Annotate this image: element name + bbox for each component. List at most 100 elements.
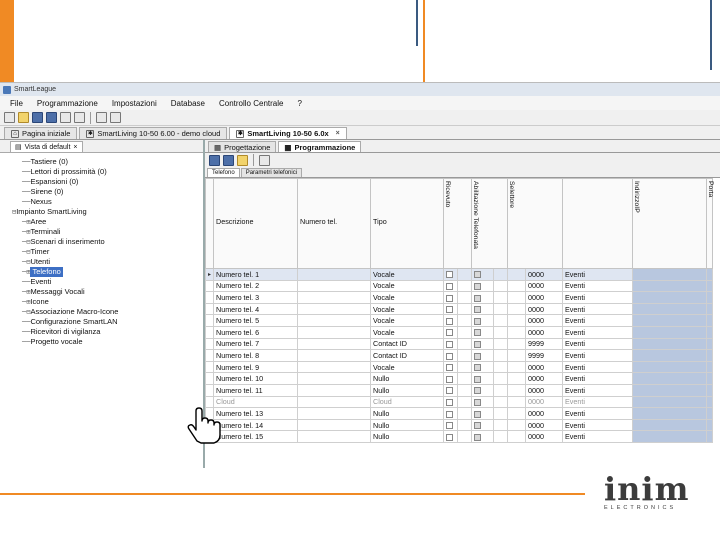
- cell-empty[interactable]: [493, 314, 508, 327]
- cell-porta[interactable]: [706, 279, 713, 293]
- cell-indirizzo-ip[interactable]: [632, 349, 707, 362]
- tree-item[interactable]: ── Espansioni (0): [0, 177, 203, 187]
- collapse-icon[interactable]: ──: [22, 157, 30, 167]
- cell-empty[interactable]: [507, 418, 526, 432]
- cell-eventi[interactable]: Eventi: [562, 407, 633, 420]
- cell-tipo[interactable]: Vocale: [370, 291, 444, 304]
- ricevuto-checkbox[interactable]: [443, 383, 458, 397]
- menu-controllo-centrale[interactable]: Controllo Centrale: [219, 99, 283, 108]
- cell-eventi[interactable]: Eventi: [562, 430, 633, 443]
- cell-tipo[interactable]: Nullo: [370, 407, 444, 420]
- cell-tipo[interactable]: Vocale: [370, 314, 444, 327]
- row-selector[interactable]: [205, 279, 214, 293]
- collapse-icon[interactable]: ─⊟: [22, 237, 30, 247]
- tab-pagina-iniziale[interactable]: ⌂ Pagina iniziale: [4, 127, 78, 139]
- save-all-icon[interactable]: [223, 154, 234, 166]
- cell-porta[interactable]: [706, 430, 713, 443]
- tree-item[interactable]: ─⊟ Scenari di inserimento: [0, 237, 203, 247]
- checkbox[interactable]: [446, 317, 453, 325]
- cell-porta[interactable]: [706, 383, 713, 397]
- column-header-numero-tel[interactable]: Numero tel.: [297, 178, 371, 269]
- checkbox[interactable]: [474, 364, 481, 372]
- cell-numero-tel[interactable]: [297, 360, 371, 374]
- device-icon[interactable]: [110, 112, 121, 123]
- abilitazione-checkbox[interactable]: [471, 372, 494, 385]
- cell-tipo[interactable]: Vocale: [370, 302, 444, 316]
- row-selector[interactable]: [205, 314, 214, 327]
- cell-empty[interactable]: [457, 291, 472, 304]
- cell-numero-tel[interactable]: [297, 395, 371, 409]
- cell-empty[interactable]: [507, 337, 526, 351]
- checkbox[interactable]: [474, 422, 481, 430]
- cell-porta[interactable]: [706, 314, 713, 327]
- collapse-icon[interactable]: ──: [22, 167, 30, 177]
- cell-porta[interactable]: [706, 372, 713, 385]
- ricevuto-checkbox[interactable]: [443, 349, 458, 362]
- cell-selettore[interactable]: 9999: [525, 349, 563, 362]
- expand-icon[interactable]: ─⊞: [22, 267, 30, 277]
- cell-numero-tel[interactable]: [297, 325, 371, 339]
- cell-numero-tel[interactable]: [297, 372, 371, 385]
- cell-indirizzo-ip[interactable]: [632, 360, 707, 374]
- tree-item[interactable]: ── Eventi: [0, 277, 203, 287]
- cell-empty[interactable]: [493, 268, 508, 281]
- checkbox[interactable]: [446, 294, 453, 302]
- cell-empty[interactable]: [493, 360, 508, 374]
- cell-selettore[interactable]: 9999: [525, 337, 563, 351]
- abilitazione-checkbox[interactable]: [471, 314, 494, 327]
- cell-eventi[interactable]: Eventi: [562, 383, 633, 397]
- cell-selettore[interactable]: 0000: [525, 383, 563, 397]
- cell-descrizione[interactable]: Numero tel. 5: [213, 314, 298, 327]
- cell-numero-tel[interactable]: [297, 302, 371, 316]
- cell-empty[interactable]: [493, 325, 508, 339]
- cell-numero-tel[interactable]: [297, 418, 371, 432]
- tree-item[interactable]: ─⊞ Terminali: [0, 227, 203, 237]
- tree-item[interactable]: ── Tastiere (0): [0, 157, 203, 167]
- table-row[interactable]: Numero tel. 6 Vocale 0000 Eventi: [205, 325, 713, 339]
- abilitazione-checkbox[interactable]: [471, 430, 494, 443]
- collapse-icon[interactable]: ──: [22, 277, 30, 287]
- tree-item[interactable]: ─⊞ Icone: [0, 297, 203, 307]
- expand-icon[interactable]: ─⊞: [22, 217, 30, 227]
- cell-eventi[interactable]: Eventi: [562, 418, 633, 432]
- tree-item[interactable]: ⊟ Impianto SmartLiving: [0, 207, 203, 217]
- cell-selettore[interactable]: 0000: [525, 302, 563, 316]
- cell-empty[interactable]: [493, 407, 508, 420]
- close-icon[interactable]: ×: [336, 130, 340, 137]
- cell-indirizzo-ip[interactable]: [632, 372, 707, 385]
- cell-descrizione[interactable]: Numero tel. 8: [213, 349, 298, 362]
- collapse-icon[interactable]: ──: [22, 317, 30, 327]
- row-selector[interactable]: [205, 325, 214, 339]
- table-row[interactable]: Numero tel. 11 Nullo 0000 Eventi: [205, 383, 713, 397]
- cell-numero-tel[interactable]: [297, 383, 371, 397]
- camera-icon[interactable]: [74, 112, 85, 123]
- cell-selettore[interactable]: 0000: [525, 291, 563, 304]
- checkbox[interactable]: [474, 271, 481, 279]
- cell-tipo[interactable]: Vocale: [370, 279, 444, 293]
- ricevuto-checkbox[interactable]: [443, 291, 458, 304]
- cell-indirizzo-ip[interactable]: [632, 337, 707, 351]
- column-header-descrizione[interactable]: Descrizione: [213, 178, 298, 269]
- collapse-icon[interactable]: ──: [22, 197, 30, 207]
- cell-selettore[interactable]: 0000: [525, 360, 563, 374]
- row-selector[interactable]: [205, 349, 214, 362]
- table-row[interactable]: Numero tel. 5 Vocale 0000 Eventi: [205, 314, 713, 327]
- cell-porta[interactable]: [706, 302, 713, 316]
- cell-tipo[interactable]: Contact ID: [370, 337, 444, 351]
- cell-tipo[interactable]: Cloud: [370, 395, 444, 409]
- cell-selettore[interactable]: 0000: [525, 325, 563, 339]
- cell-porta[interactable]: [706, 291, 713, 304]
- cell-empty[interactable]: [507, 372, 526, 385]
- abilitazione-checkbox[interactable]: [471, 395, 494, 409]
- checkbox[interactable]: [474, 340, 481, 348]
- ricevuto-checkbox[interactable]: [443, 360, 458, 374]
- cell-indirizzo-ip[interactable]: [632, 430, 707, 443]
- cell-empty[interactable]: [507, 383, 526, 397]
- cell-descrizione[interactable]: Numero tel. 3: [213, 291, 298, 304]
- cell-empty[interactable]: [507, 314, 526, 327]
- cell-empty[interactable]: [493, 302, 508, 316]
- cell-tipo[interactable]: Contact ID: [370, 349, 444, 362]
- table-row[interactable]: ▸ Numero tel. 1 Vocale 0000 Eventi: [205, 268, 713, 281]
- cell-descrizione[interactable]: Numero tel. 11: [213, 383, 298, 397]
- table-row[interactable]: Cloud Cloud 0000 Eventi: [205, 395, 713, 409]
